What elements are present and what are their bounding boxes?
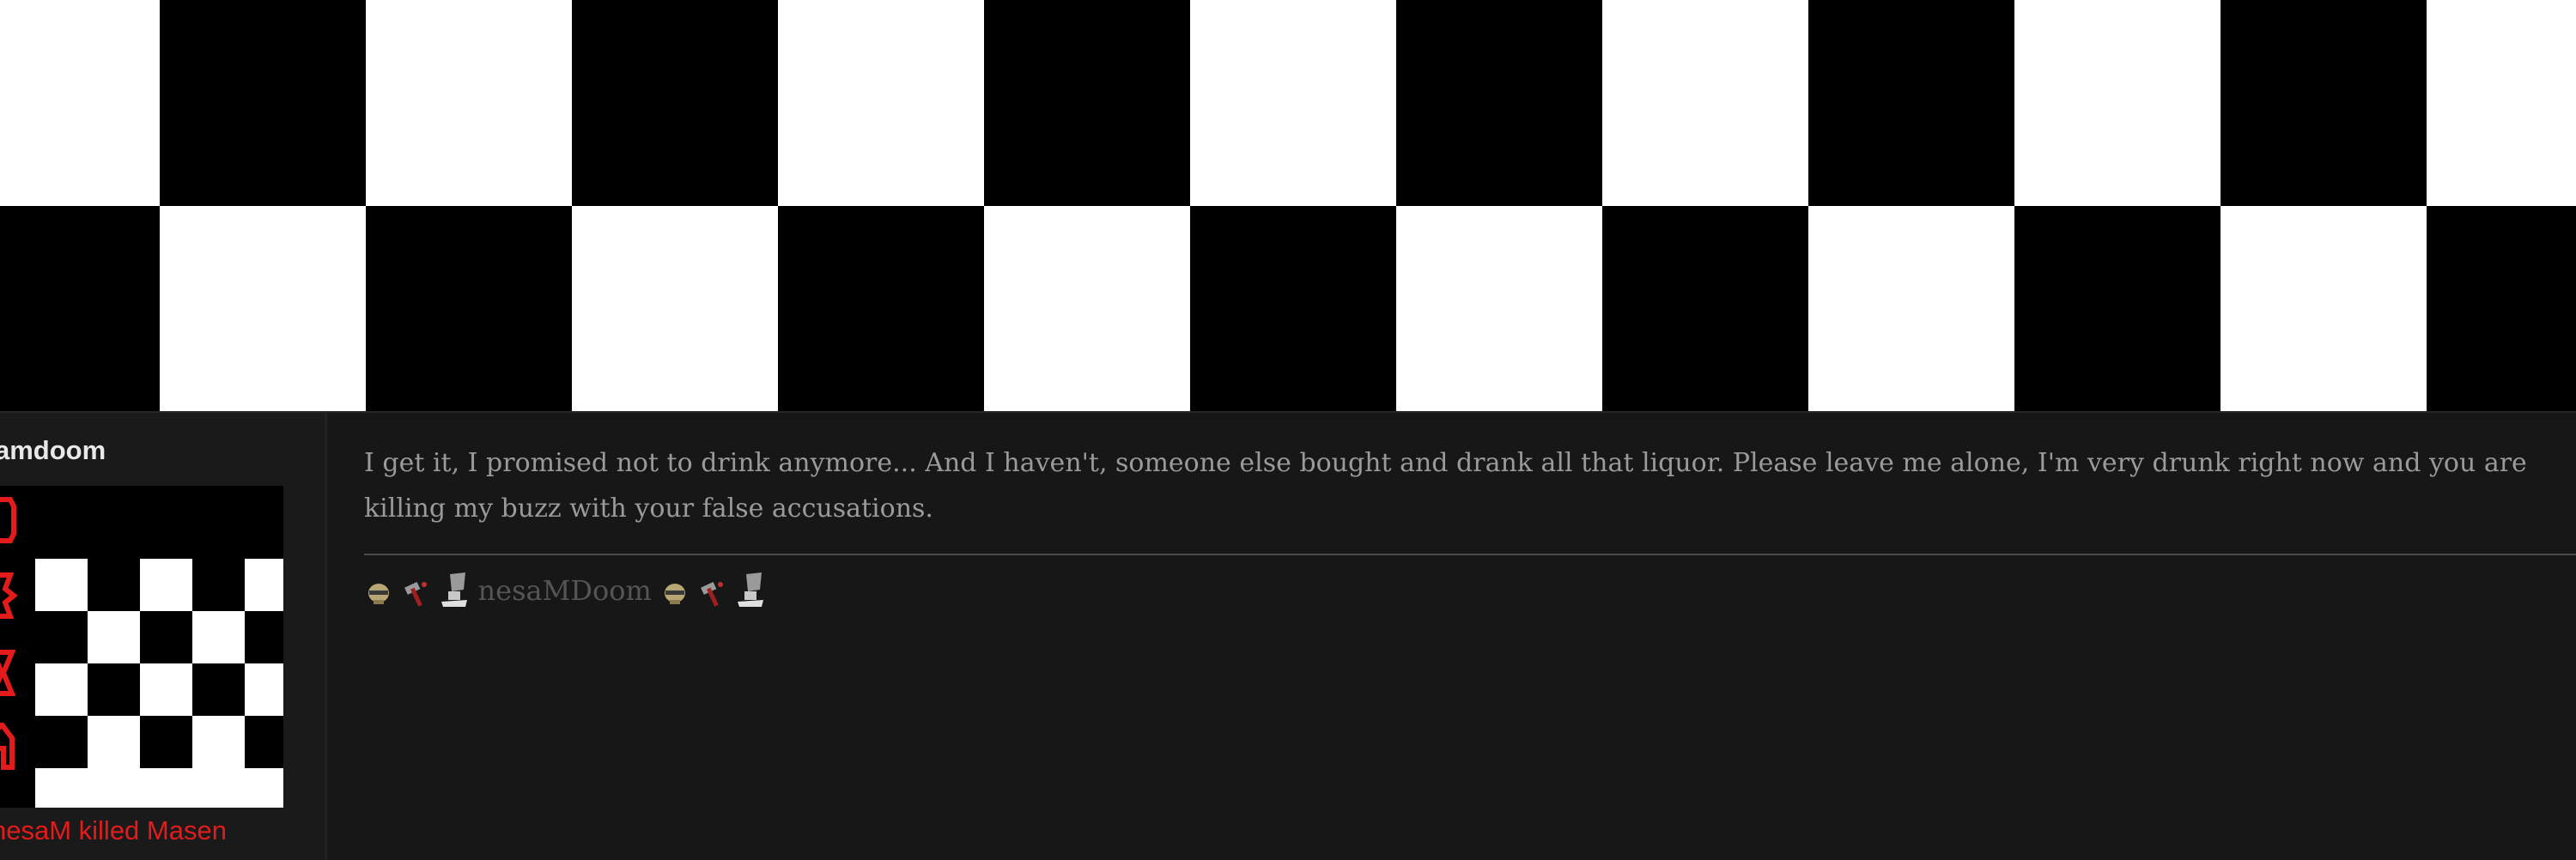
profile-banner-checkerboard [0,0,2576,411]
forum-post: amdoom nesaM killed Masen I get it, I pr… [0,411,2576,860]
post-signature: nesaMDoom [364,571,765,622]
author-avatar[interactable] [0,486,283,808]
red-rune-icon [0,497,16,543]
skull-icon [665,584,686,604]
red-rune-icon [0,572,18,619]
signature-divider [364,554,2576,555]
red-rune-icon [0,650,16,696]
anvil-icon [441,572,468,607]
author-username[interactable]: amdoom [0,435,106,466]
post-body-text: I get it, I promised not to drink anymor… [364,448,2527,524]
red-rune-icon [0,723,15,770]
author-user-title: nesaM killed Masen [0,815,227,845]
hammer-icon [404,581,428,607]
signature-text: nesaMDoom [477,574,652,607]
hammer-icon [701,581,724,607]
anvil-icon [738,572,764,607]
skull-icon [368,584,389,604]
post-author-panel: amdoom nesaM killed Masen [0,413,327,860]
